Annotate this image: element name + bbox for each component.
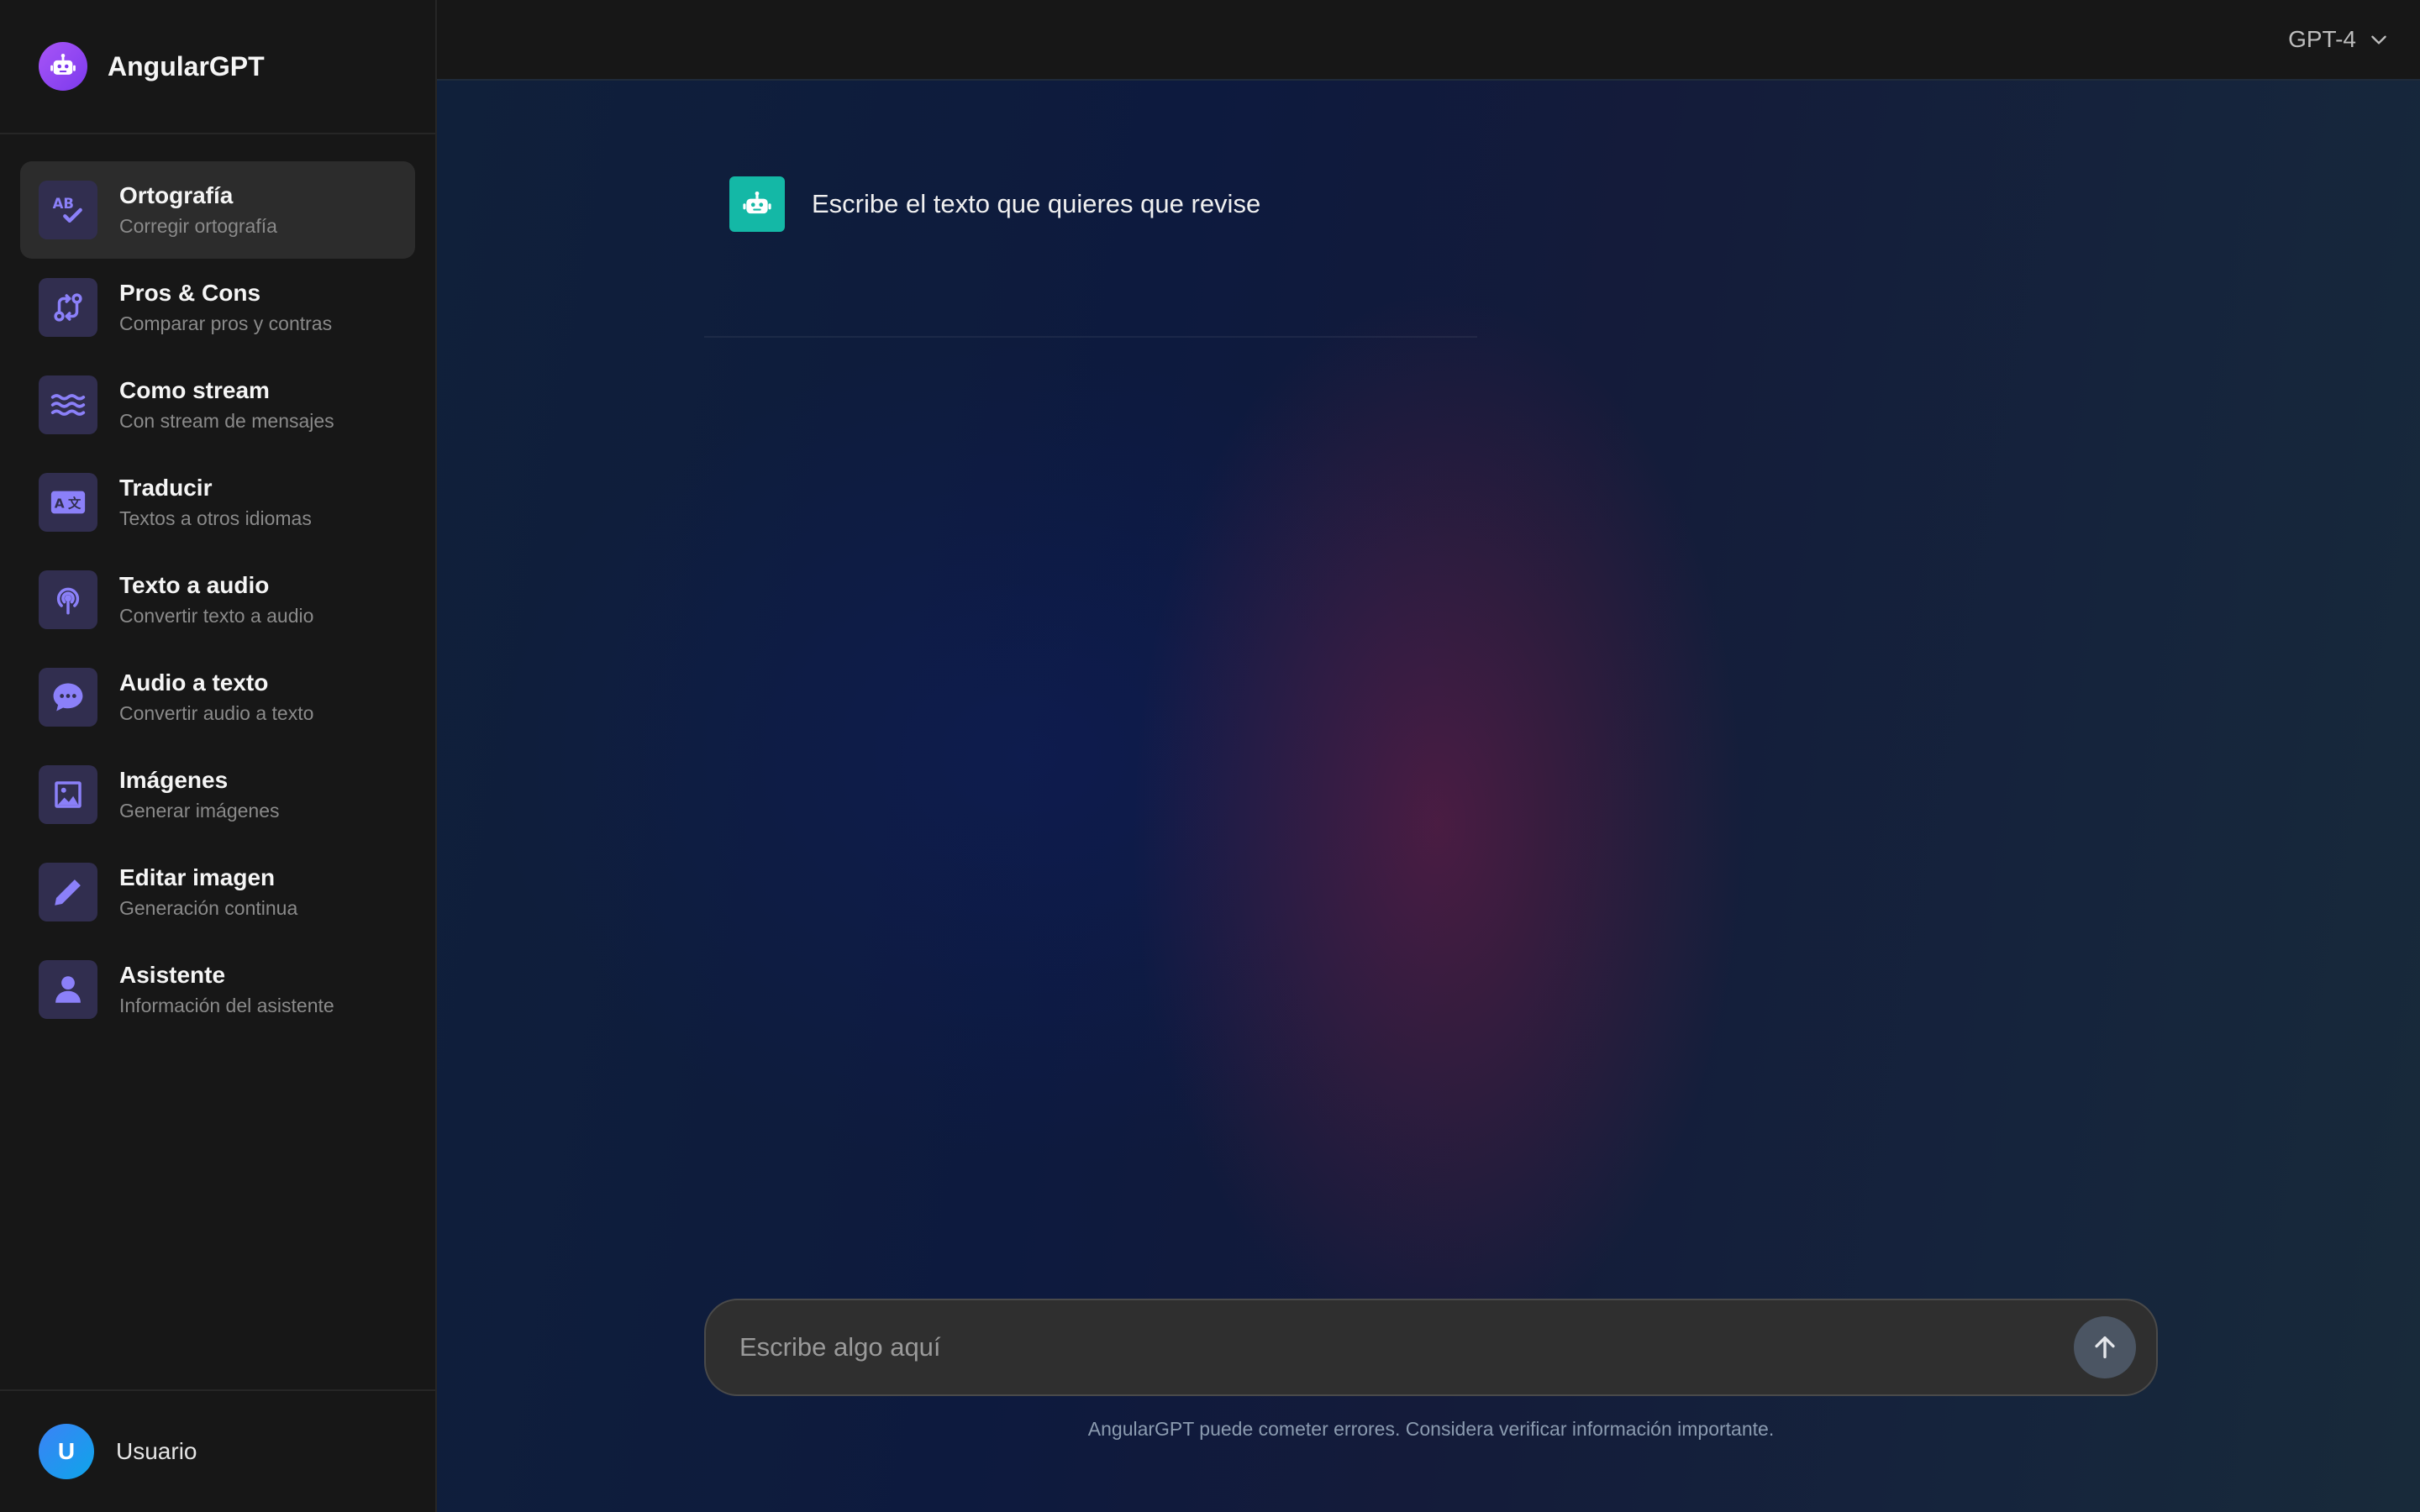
sidebar-item-subtitle: Convertir audio a texto — [119, 702, 314, 724]
message-composer — [704, 1299, 2158, 1396]
sidebar-item-subtitle: Generación continua — [119, 897, 298, 919]
sidebar-item-subtitle: Convertir texto a audio — [119, 605, 314, 627]
sidebar-item-subtitle: Información del asistente — [119, 995, 334, 1016]
svg-text:AB: AB — [53, 196, 74, 212]
sidebar-item-editar-imagen[interactable]: Editar imagen Generación continua — [20, 843, 415, 941]
sidebar-item-pros-cons[interactable]: Pros & Cons Comparar pros y contras — [20, 259, 415, 356]
svg-text:文: 文 — [68, 496, 82, 512]
podcast-icon — [39, 570, 97, 629]
disclaimer-text: AngularGPT puede cometer errores. Consid… — [1087, 1418, 1775, 1440]
sidebar-item-texto-a-audio[interactable]: Texto a audio Convertir texto a audio — [20, 551, 415, 648]
person-icon — [39, 960, 97, 1019]
translate-icon: A文 — [39, 473, 97, 532]
sidebar-item-imagenes[interactable]: Imágenes Generar imágenes — [20, 746, 415, 843]
message-input[interactable] — [739, 1332, 2074, 1362]
brand[interactable]: AngularGPT — [0, 0, 435, 134]
sidebar-item-ortografia[interactable]: AB Ortografía Corregir ortografía — [20, 161, 415, 259]
sidebar-item-subtitle: Textos a otros idiomas — [119, 507, 312, 529]
model-selector[interactable]: GPT-4 — [2288, 26, 2390, 53]
image-icon — [39, 765, 97, 824]
sidebar-item-title: Pros & Cons — [119, 280, 261, 306]
model-name: GPT-4 — [2288, 26, 2356, 52]
bot-message: Escribe el texto que quieres que revise — [704, 176, 1477, 232]
chat-bubble-icon — [39, 668, 97, 727]
sidebar: AngularGPT AB Ortografía Corregir ortogr… — [0, 0, 437, 1512]
sidebar-item-subtitle: Comparar pros y contras — [119, 312, 333, 334]
sidebar-item-title: Como stream — [119, 377, 270, 403]
pencil-icon — [39, 863, 97, 921]
arrow-up-icon — [2095, 1336, 2115, 1359]
send-button[interactable] — [2074, 1316, 2136, 1378]
chevron-down-icon — [2371, 35, 2386, 45]
robot-logo-icon — [39, 42, 87, 91]
sidebar-item-title: Imágenes — [119, 767, 229, 793]
robot-icon — [729, 176, 785, 232]
compare-arrows-icon — [39, 278, 97, 337]
sidebar-item-traducir[interactable]: A文 Traducir Textos a otros idiomas — [20, 454, 415, 551]
user-name: Usuario — [116, 1438, 197, 1464]
sidebar-item-title: Traducir — [119, 475, 213, 501]
message-divider — [704, 336, 1477, 338]
sidebar-item-title: Texto a audio — [119, 572, 270, 598]
avatar: U — [39, 1424, 94, 1479]
app-root: AngularGPT AB Ortografía Corregir ortogr… — [0, 0, 2420, 1512]
sidebar-item-title: Editar imagen — [119, 864, 276, 890]
user-profile[interactable]: U Usuario — [0, 1389, 435, 1512]
waves-icon — [39, 375, 97, 434]
top-bar: GPT-4 — [437, 0, 2420, 81]
sidebar-item-title: Audio a texto — [119, 669, 269, 696]
sidebar-nav: AB Ortografía Corregir ortografía Pros &… — [0, 134, 435, 1038]
sidebar-item-title: Ortografía — [119, 182, 234, 208]
sidebar-item-subtitle: Corregir ortografía — [119, 215, 277, 237]
svg-text:A: A — [55, 496, 65, 512]
brand-title: AngularGPT — [108, 50, 265, 81]
spellcheck-icon: AB — [39, 181, 97, 239]
sidebar-item-title: Asistente — [119, 962, 226, 988]
message-text: Escribe el texto que quieres que revise — [812, 189, 1261, 218]
sidebar-item-subtitle: Con stream de mensajes — [119, 410, 334, 432]
sidebar-item-como-stream[interactable]: Como stream Con stream de mensajes — [20, 356, 415, 454]
sidebar-item-asistente[interactable]: Asistente Información del asistente — [20, 941, 415, 1038]
sidebar-item-audio-a-texto[interactable]: Audio a texto Convertir audio a texto — [20, 648, 415, 746]
sidebar-item-subtitle: Generar imágenes — [119, 800, 280, 822]
chat-area: GPT-4 Escribe el texto que quieres que r… — [437, 0, 2420, 1512]
